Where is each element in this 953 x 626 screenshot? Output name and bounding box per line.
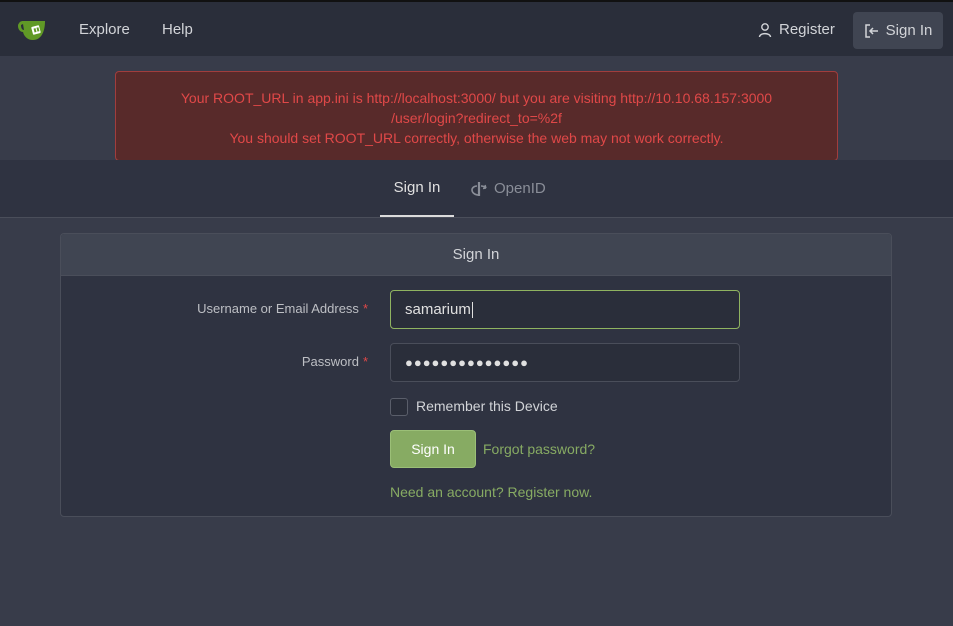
password-label-text: Password [301,354,359,369]
tab-sign-in[interactable]: Sign In [380,160,454,217]
username-value: samarium [405,301,471,318]
nav-sign-in-label: Sign In [885,22,933,39]
required-marker: * [362,354,368,369]
gitea-logo-icon[interactable] [17,18,49,42]
nav-sign-in-button[interactable]: Sign In [853,12,943,49]
alert-line-2: /user/login?redirect_to=%2f [391,110,562,126]
openid-icon [471,181,487,196]
tab-openid[interactable]: OpenID [470,160,546,217]
tab-openid-label: OpenID [494,180,546,197]
sign-in-button-label: Sign In [411,441,455,457]
register-now-link[interactable]: Need an account? Register now. [390,484,592,500]
tab-sign-in-label: Sign In [393,179,441,196]
remember-checkbox[interactable] [390,398,408,416]
top-navbar: Explore Help Register Sign In [0,0,953,56]
password-mask: ●●●●●●●●●●●●●● [405,355,529,370]
alert-line-1: Your ROOT_URL in app.ini is http://local… [180,90,773,106]
nav-register-label: Register [779,21,835,38]
card-header: Sign In [61,234,891,276]
root-url-alert: Your ROOT_URL in app.ini is http://local… [115,71,838,161]
username-input[interactable]: samarium [390,290,740,329]
nav-explore[interactable]: Explore [79,21,130,38]
username-label-text: Username or Email Address [197,301,359,316]
person-icon [758,22,772,37]
password-input[interactable]: ●●●●●●●●●●●●●● [390,343,740,382]
sign-in-button[interactable]: Sign In [390,430,476,468]
login-tabs: Sign In OpenID [0,160,953,218]
username-label: Username or Email Address * [68,301,368,316]
nav-help[interactable]: Help [162,21,193,38]
text-caret [471,301,473,318]
password-label: Password * [68,354,368,369]
alert-line-3: You should set ROOT_URL correctly, other… [229,130,724,146]
card-title: Sign In [452,246,500,263]
forgot-password-link[interactable]: Forgot password? [483,441,595,457]
sign-in-card: Sign In Username or Email Address * samar… [60,233,892,517]
required-marker: * [362,301,368,316]
sign-in-icon [864,23,878,38]
nav-register[interactable]: Register [757,21,835,38]
remember-label[interactable]: Remember this Device [416,398,558,414]
